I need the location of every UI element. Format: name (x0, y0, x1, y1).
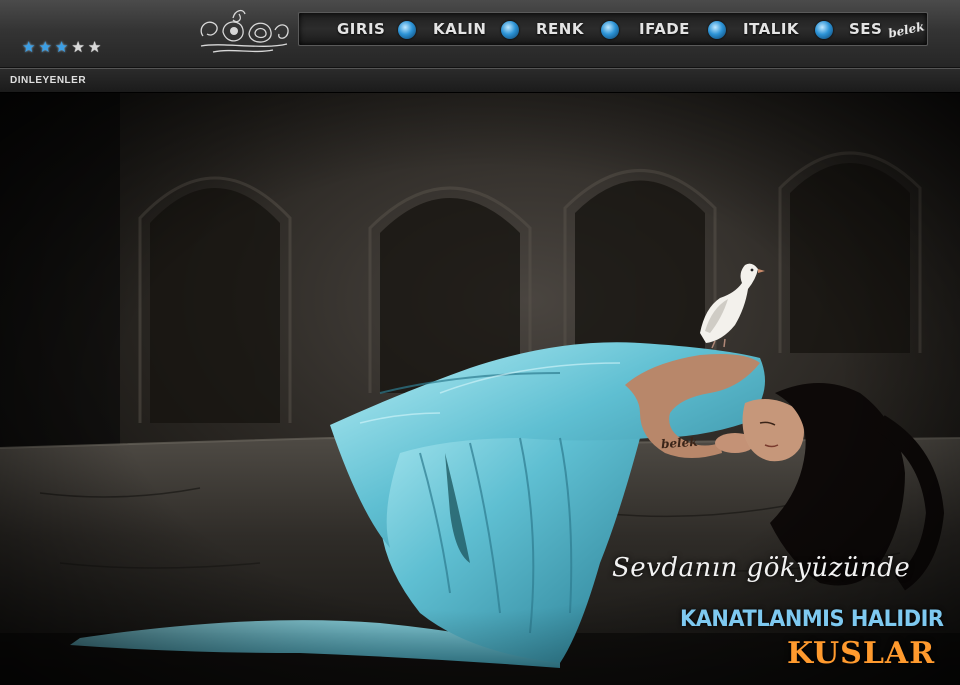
caption-script: Sevdanın gökyüzünde (612, 553, 911, 583)
star-icon[interactable]: ★ (22, 40, 35, 55)
star-icon[interactable]: ★ (38, 40, 51, 55)
nav-item-italik[interactable]: ITALIK (743, 20, 799, 38)
star-rating[interactable]: ★ ★ ★ ★ ★ (22, 40, 101, 55)
nav-item-renk[interactable]: RENK (536, 20, 584, 38)
nav-item-kalin[interactable]: KALIN (433, 20, 486, 38)
blue-dot-icon (815, 21, 833, 39)
listeners-label[interactable]: DINLEYENLER (10, 75, 86, 86)
star-icon[interactable]: ★ (71, 40, 84, 55)
main-navigation: GIRIS KALIN RENK IFADE ITALIK SES belek (298, 12, 928, 46)
caption-line-2: KANATLANMIS HALIDIR (680, 607, 944, 632)
nav-item-giris[interactable]: GIRIS (337, 20, 385, 38)
star-icon[interactable]: ★ (88, 40, 101, 55)
ornament-logo (200, 9, 289, 53)
signature-logo: belek (887, 19, 927, 41)
main-artwork: belek (0, 93, 960, 685)
nav-item-ses[interactable]: SES (849, 20, 882, 38)
star-icon[interactable]: ★ (55, 40, 68, 55)
blue-dot-icon (601, 21, 619, 39)
nav-item-ifade[interactable]: IFADE (639, 20, 690, 38)
artwork-scene (0, 93, 960, 685)
listeners-bar: DINLEYENLER (0, 68, 960, 93)
blue-dot-icon (398, 21, 416, 39)
header-bar: ★ ★ ★ ★ ★ GIRIS KALIN RENK IFADE ITALIK … (0, 0, 960, 68)
arm-signature: belek (660, 434, 698, 452)
blue-dot-icon (708, 21, 726, 39)
caption-line-3: KUSLAR (787, 636, 936, 671)
blue-dot-icon (501, 21, 519, 39)
